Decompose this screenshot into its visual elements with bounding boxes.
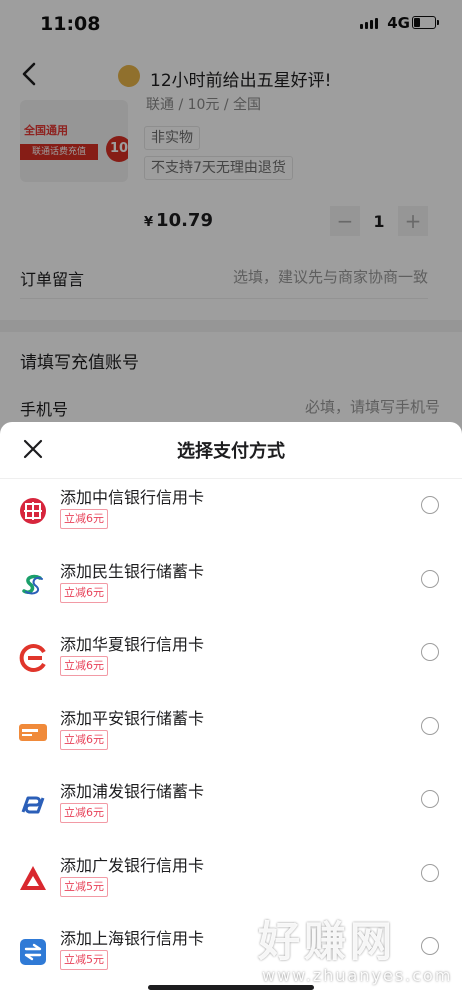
sheet-header: 选择支付方式 (0, 422, 462, 479)
payment-option[interactable]: 添加民生银行储蓄卡 立减6元 (0, 558, 462, 631)
watermark: 好赚网 www.zhuanyes.com (258, 908, 450, 988)
huaxia-bank-icon (19, 644, 46, 672)
radio-button[interactable] (421, 570, 439, 588)
radio-button[interactable] (421, 864, 439, 882)
citic-bank-icon (20, 498, 46, 524)
sheet-title: 选择支付方式 (177, 441, 285, 462)
payment-option[interactable]: 添加中信银行信用卡 立减6元 (0, 484, 462, 557)
radio-button[interactable] (421, 790, 439, 808)
payment-option-name: 添加上海银行信用卡 (60, 929, 205, 948)
payment-option[interactable]: 添加浦发银行储蓄卡 立减6元 (0, 778, 462, 851)
payment-option-name: 添加平安银行储蓄卡 (60, 709, 205, 728)
radio-button[interactable] (421, 717, 439, 735)
watermark-url: www.zhuanyes.com (262, 966, 453, 985)
payment-option[interactable]: 添加华夏银行信用卡 立减6元 (0, 631, 462, 704)
payment-option[interactable]: 添加平安银行储蓄卡 立减6元 (0, 705, 462, 778)
payment-option-name: 添加广发银行信用卡 (60, 856, 205, 875)
radio-button[interactable] (421, 496, 439, 514)
discount-badge: 立减5元 (60, 950, 108, 970)
discount-badge: 立减5元 (60, 877, 108, 897)
close-icon[interactable] (22, 438, 44, 460)
spdb-bank-icon (21, 796, 45, 814)
watermark-text: 好赚网 (258, 917, 397, 966)
cgb-bank-icon (20, 866, 46, 890)
bank-of-shanghai-icon (20, 939, 46, 965)
payment-option-name: 添加民生银行储蓄卡 (60, 562, 205, 581)
home-indicator (148, 985, 314, 990)
discount-badge: 立减6元 (60, 803, 108, 823)
pingan-bank-icon (19, 724, 47, 741)
payment-option-name: 添加华夏银行信用卡 (60, 635, 205, 654)
discount-badge: 立减6元 (60, 509, 108, 529)
discount-badge: 立减6元 (60, 656, 108, 676)
payment-option-name: 添加中信银行信用卡 (60, 488, 205, 507)
radio-button[interactable] (421, 643, 439, 661)
discount-badge: 立减6元 (60, 730, 108, 750)
payment-option-name: 添加浦发银行储蓄卡 (60, 782, 205, 801)
minsheng-bank-icon (22, 574, 43, 595)
discount-badge: 立减6元 (60, 583, 108, 603)
